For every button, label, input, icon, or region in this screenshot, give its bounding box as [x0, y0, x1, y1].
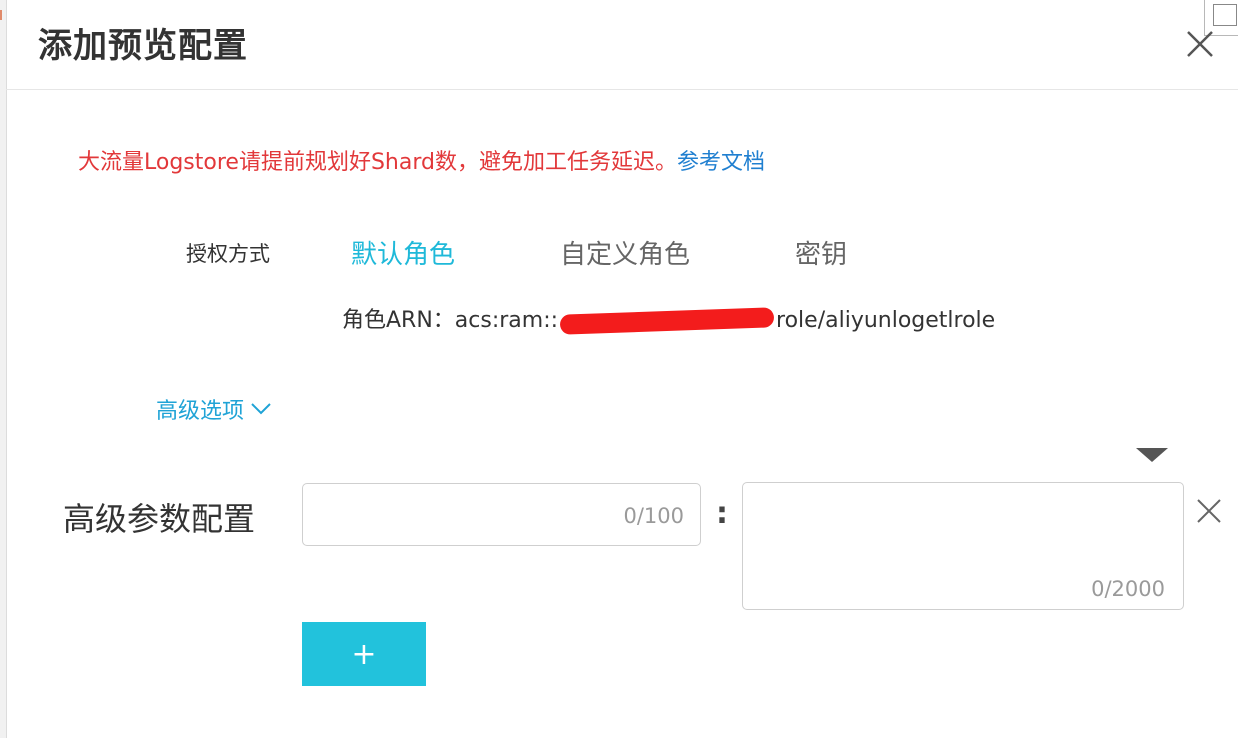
remove-icon-svg [1197, 499, 1221, 523]
advanced-param-label: 高级参数配置 [63, 500, 256, 538]
param-value-input[interactable]: 0/2000 [742, 482, 1184, 610]
reference-doc-link[interactable]: 参考文档 [677, 150, 765, 175]
warning-text: 大流量Logstore请提前规划好Shard数，避免加工任务延迟。 [78, 150, 677, 175]
role-arn-suffix: role/aliyunlogetlrole [776, 308, 996, 333]
window-left-edge [0, 0, 7, 738]
dialog-title: 添加预览配置 [38, 26, 248, 66]
tab-access-key[interactable]: 密钥 [795, 234, 847, 271]
add-param-button[interactable]: + [302, 622, 426, 686]
param-key-counter: 0/100 [623, 504, 684, 528]
role-arn-row: 角色ARN：acs:ram:: role/aliyunlogetlrole [342, 302, 996, 335]
dialog-header: 添加预览配置 [6, 0, 1238, 90]
tab-default-role[interactable]: 默认角色 [351, 234, 455, 271]
auth-method-label: 授权方式 [186, 242, 270, 266]
param-key-input[interactable]: 0/100 [302, 483, 701, 546]
redaction-mark [559, 307, 775, 335]
role-arn-label: 角色ARN： [342, 308, 455, 333]
tab-custom-role[interactable]: 自定义角色 [560, 234, 690, 271]
caret-down-icon[interactable] [1136, 448, 1168, 462]
remove-param-icon[interactable] [1194, 496, 1224, 526]
edge-marker [0, 10, 2, 20]
param-value-counter: 0/2000 [1091, 577, 1165, 601]
advanced-options-label: 高级选项 [156, 399, 245, 424]
role-arn-prefix: acs:ram:: [454, 308, 559, 333]
close-icon[interactable] [1182, 26, 1218, 62]
shard-warning: 大流量Logstore请提前规划好Shard数，避免加工任务延迟。参考文档 [78, 144, 765, 176]
close-icon-svg [1187, 31, 1213, 57]
chevron-down-icon [251, 403, 271, 415]
advanced-options-toggle[interactable]: 高级选项 [156, 393, 272, 425]
key-value-separator: : [716, 496, 728, 531]
